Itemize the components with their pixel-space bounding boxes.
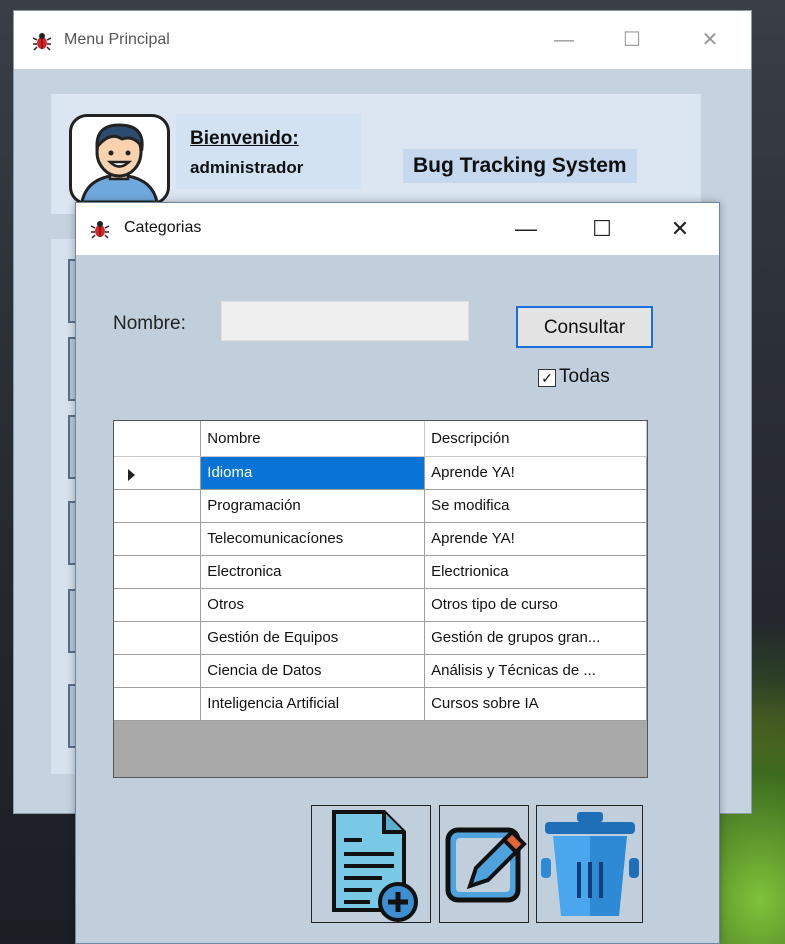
row-header[interactable]	[114, 489, 202, 523]
table-row[interactable]: Inteligencia Artificial Cursos sobre IA	[114, 687, 647, 721]
cell-descripcion[interactable]: Electrionica	[424, 555, 647, 589]
row-header[interactable]	[114, 456, 202, 490]
categorias-dialog: Categorias — ☐ ✕ Nombre: Consultar ✓ Tod…	[75, 202, 720, 944]
cell-nombre[interactable]: Telecomunicacíones	[200, 522, 426, 556]
edit-button[interactable]	[439, 805, 529, 923]
table-row[interactable]: Gestión de Equipos Gestión de grupos gra…	[114, 621, 647, 655]
cell-descripcion[interactable]: Aprende YA!	[424, 456, 647, 490]
add-button[interactable]	[311, 805, 431, 923]
maximize-icon[interactable]: ☐	[582, 213, 622, 245]
cell-descripcion[interactable]: Otros tipo de curso	[424, 588, 647, 622]
column-header-nombre[interactable]: Nombre	[200, 421, 426, 457]
table-row[interactable]: Ciencia de Datos Análisis y Técnicas de …	[114, 654, 647, 688]
cell-descripcion[interactable]: Análisis y Técnicas de ...	[424, 654, 647, 688]
row-header[interactable]	[114, 654, 202, 688]
cell-descripcion[interactable]: Cursos sobre IA	[424, 687, 647, 721]
cell-nombre[interactable]: Idioma	[200, 456, 426, 490]
user-name: administrador	[190, 158, 304, 177]
table-row[interactable]: Otros Otros tipo de curso	[114, 588, 647, 622]
table-row[interactable]: Idioma Aprende YA!	[114, 456, 647, 490]
column-header-descripcion[interactable]: Descripción	[424, 421, 647, 457]
row-header[interactable]	[114, 621, 202, 655]
categories-table: Nombre Descripción Idioma Aprende YA! Pr…	[114, 421, 647, 721]
cell-nombre[interactable]: Inteligencia Artificial	[200, 687, 426, 721]
cell-nombre[interactable]: Electronica	[200, 555, 426, 589]
table-row[interactable]: Telecomunicacíones Aprende YA!	[114, 522, 647, 556]
checkmark-icon[interactable]: ✓	[538, 369, 556, 387]
cell-descripcion[interactable]: Aprende YA!	[424, 522, 647, 556]
cell-descripcion[interactable]: Gestión de grupos gran...	[424, 621, 647, 655]
minimize-icon[interactable]: —	[544, 25, 584, 55]
row-header[interactable]	[114, 588, 202, 622]
avatar	[69, 114, 170, 205]
maximize-icon[interactable]: ☐	[612, 25, 652, 55]
add-document-icon	[332, 810, 418, 922]
current-row-arrow-icon	[128, 468, 135, 481]
cell-nombre[interactable]: Ciencia de Datos	[200, 654, 426, 688]
close-icon[interactable]: ✕	[690, 25, 730, 55]
cell-nombre[interactable]: Gestión de Equipos	[200, 621, 426, 655]
bug-icon	[32, 33, 52, 51]
table-row[interactable]: Electronica Electrionica	[114, 555, 647, 589]
user-avatar-icon	[80, 123, 159, 202]
todas-label: Todas	[559, 366, 610, 387]
bug-icon	[90, 221, 110, 239]
welcome-box: Bienvenido: administrador	[176, 114, 361, 189]
row-header-corner	[114, 421, 202, 457]
edit-icon	[445, 827, 527, 903]
dialog-title: Categorias	[124, 219, 202, 236]
cell-nombre[interactable]: Programación	[200, 489, 426, 523]
consultar-button[interactable]: Consultar	[516, 306, 653, 348]
system-title: Bug Tracking System	[403, 149, 637, 183]
row-header[interactable]	[114, 522, 202, 556]
delete-button[interactable]	[536, 805, 643, 923]
close-icon[interactable]: ✕	[660, 213, 700, 245]
cell-nombre[interactable]: Otros	[200, 588, 426, 622]
main-title-bar: Menu Principal — ☐ ✕	[14, 11, 751, 69]
table-header-row: Nombre Descripción	[114, 421, 647, 457]
row-header[interactable]	[114, 687, 202, 721]
row-header[interactable]	[114, 555, 202, 589]
minimize-icon[interactable]: —	[506, 213, 546, 245]
dialog-title-bar: Categorias — ☐ ✕	[76, 203, 719, 255]
nombre-input[interactable]	[221, 301, 469, 341]
welcome-label: Bienvenido:	[190, 128, 299, 149]
categories-grid[interactable]: Nombre Descripción Idioma Aprende YA! Pr…	[113, 420, 648, 778]
table-row[interactable]: Programación Se modifica	[114, 489, 647, 523]
trash-icon	[541, 812, 639, 916]
main-window-title: Menu Principal	[64, 31, 170, 48]
header-panel: Bienvenido: administrador Bug Tracking S…	[51, 94, 701, 214]
nombre-label: Nombre:	[113, 313, 186, 334]
cell-descripcion[interactable]: Se modifica	[424, 489, 647, 523]
